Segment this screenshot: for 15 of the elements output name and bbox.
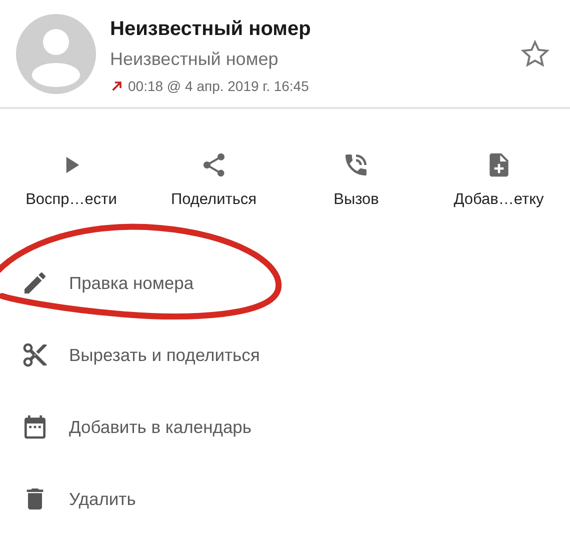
action-label[interactable]: Вызов bbox=[334, 191, 379, 209]
avatar-icon bbox=[16, 14, 96, 94]
contact-title: Неизвестный номер bbox=[110, 18, 312, 40]
star-icon[interactable] bbox=[520, 38, 550, 68]
action-label[interactable]: Добав…етку bbox=[454, 191, 544, 209]
action-label[interactable]: Поделиться bbox=[170, 191, 257, 209]
call-details: 00:18 @ 4 апр. 2019 г. 16:45 bbox=[128, 78, 309, 94]
phone-number: Неизвестный номер bbox=[110, 48, 280, 70]
menu-item[interactable]: Правка номера bbox=[69, 272, 194, 294]
outgoing-call-icon bbox=[110, 78, 124, 92]
menu-item[interactable]: Вырезать и поделиться bbox=[69, 344, 260, 366]
menu-item[interactable]: Удалить bbox=[69, 488, 136, 510]
action-label[interactable]: Воспр…ести bbox=[26, 191, 117, 209]
menu-item[interactable]: Добавить в календарь bbox=[69, 416, 252, 438]
scissors-icon[interactable] bbox=[21, 341, 49, 369]
